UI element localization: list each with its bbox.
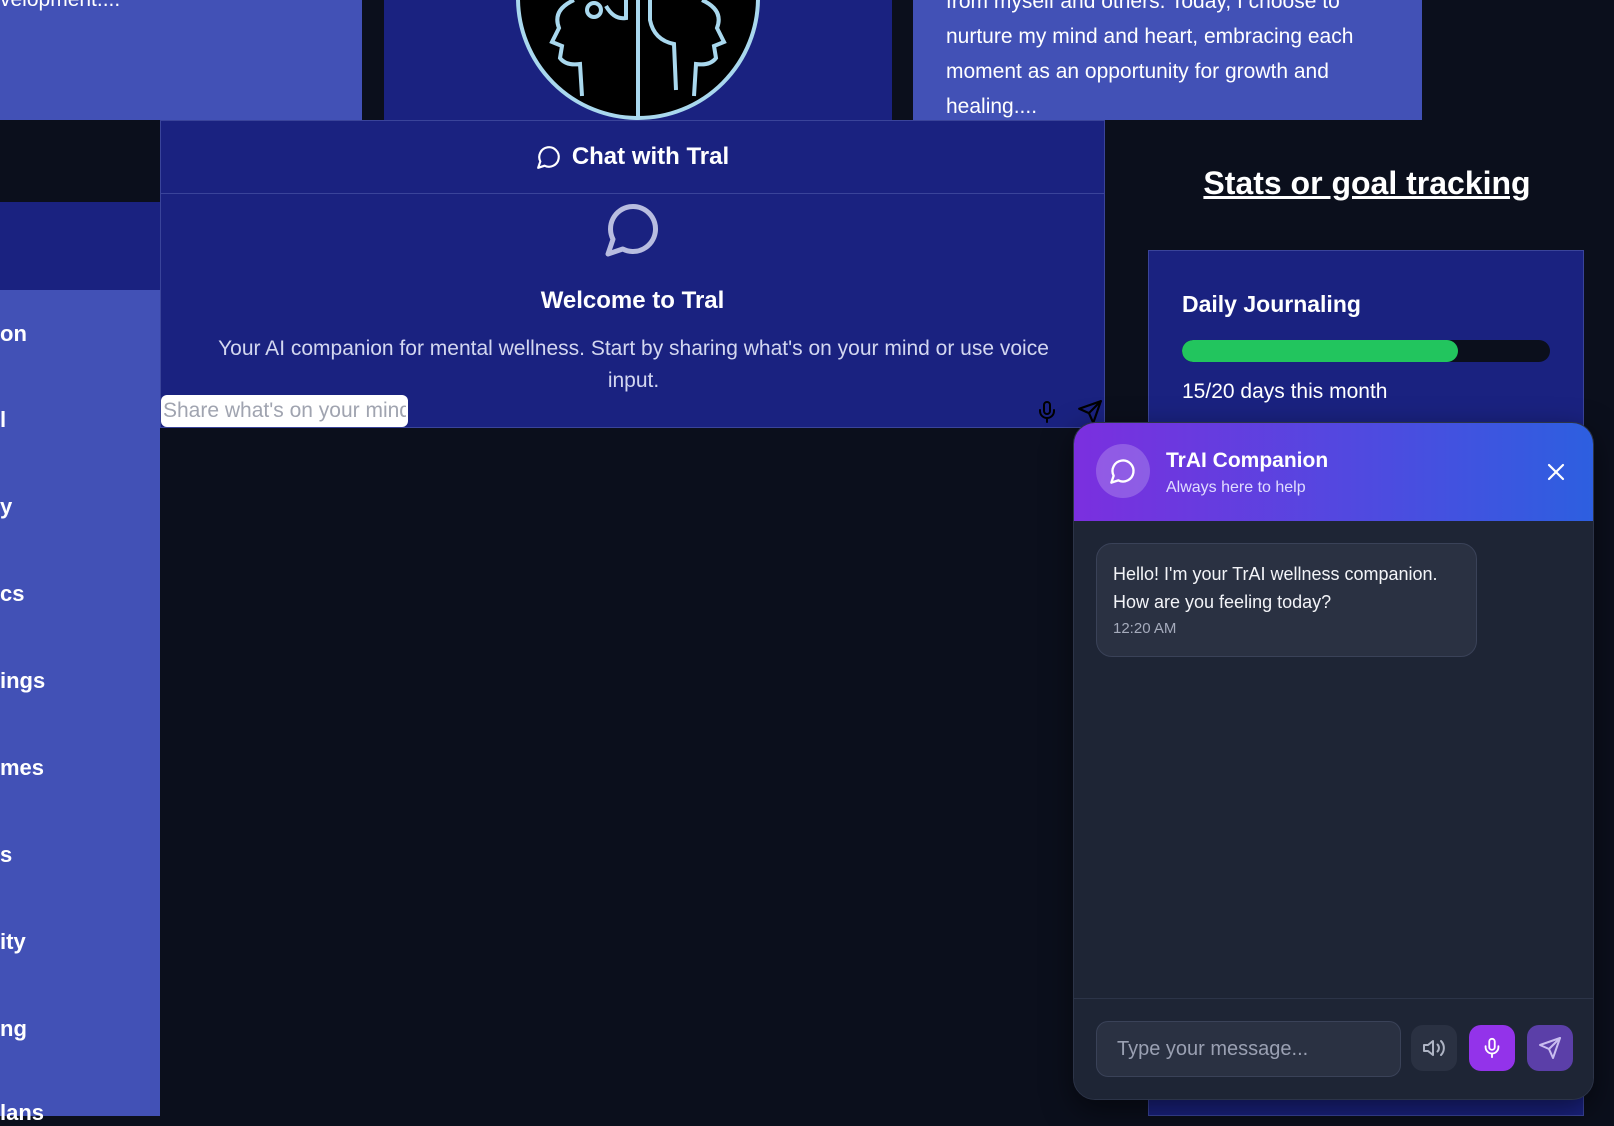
chat-header-title: Chat with Tral (571, 143, 730, 170)
speaker-button[interactable] (1411, 1025, 1457, 1071)
affirmation-text: from myself and others. Today, I choose … (946, 0, 1406, 120)
sidebar-item[interactable]: y (0, 494, 12, 520)
chat-bubble-icon (536, 146, 560, 169)
chat-header: Chat with Tral (161, 121, 1104, 194)
microphone-icon (1484, 1037, 1500, 1059)
sidebar-item[interactable]: lans (0, 1100, 44, 1126)
sidebar-item[interactable]: cs (0, 581, 24, 607)
send-message-button[interactable] (1527, 1025, 1573, 1071)
stats-heading: Stats or goal tracking (1203, 165, 1531, 201)
welcome-title: Welcome to Tral (540, 287, 725, 314)
top-card-left: velopment.... (0, 0, 362, 120)
companion-footer (1074, 998, 1593, 1099)
microphone-icon (1039, 401, 1055, 423)
welcome-subtitle: Your AI companion for mental wellness. S… (218, 337, 1049, 392)
assistant-message: Hello! I'm your TrAI wellness companion.… (1096, 543, 1477, 657)
message-input[interactable] (1096, 1021, 1401, 1077)
card-left-text: velopment.... (0, 0, 120, 12)
companion-header: TrAI Companion Always here to help (1074, 423, 1593, 521)
goal-progress-bar (1182, 340, 1550, 362)
affirmation-line: nurture my mind and heart, embracing eac… (946, 25, 1354, 48)
sidebar-active-item[interactable] (0, 202, 160, 290)
sidebar-item[interactable]: l (0, 407, 6, 433)
affirmation-line: moment as an opportunity for growth and (946, 60, 1329, 83)
message-text: Hello! I'm your TrAI wellness companion.… (1113, 564, 1438, 612)
share-input[interactable] (161, 395, 408, 427)
brain-head-logo-icon (516, 0, 760, 120)
top-card-logo (384, 0, 892, 120)
companion-title: TrAI Companion (1166, 449, 1329, 472)
sidebar-item[interactable]: on (0, 321, 27, 347)
chat-panel: Chat with Tral Welcome to Tral Your AI c… (160, 120, 1105, 428)
mic-button[interactable] (1032, 397, 1062, 427)
speaker-icon (1423, 1040, 1445, 1056)
affirmation-line: from myself and others. Today, I choose … (946, 0, 1340, 13)
close-button[interactable] (1541, 457, 1571, 487)
sidebar-item[interactable]: ng (0, 1016, 27, 1042)
voice-input-button[interactable] (1469, 1025, 1515, 1071)
affirmation-line: healing.... (946, 95, 1038, 118)
goal-progress-text: 15/20 days this month (1182, 380, 1388, 403)
goal-progress-fill (1182, 340, 1458, 362)
send-icon (1539, 1037, 1561, 1059)
goal-title: Daily Journaling (1182, 291, 1361, 317)
companion-chat-window: TrAI Companion Always here to help Hello… (1073, 422, 1594, 1100)
companion-subtitle: Always here to help (1166, 479, 1306, 496)
companion-avatar (1096, 444, 1150, 498)
sidebar-item[interactable]: mes (0, 755, 44, 781)
top-card-affirmation: from myself and others. Today, I choose … (913, 0, 1422, 120)
chat-bubble-icon (605, 203, 659, 257)
chat-bubble-icon (1110, 459, 1135, 484)
sidebar-item[interactable]: ity (0, 929, 26, 955)
message-time: 12:20 AM (1113, 620, 1177, 637)
sidebar-item[interactable]: ings (0, 668, 45, 694)
close-icon (1547, 463, 1565, 481)
sidebar-item[interactable]: s (0, 842, 12, 868)
